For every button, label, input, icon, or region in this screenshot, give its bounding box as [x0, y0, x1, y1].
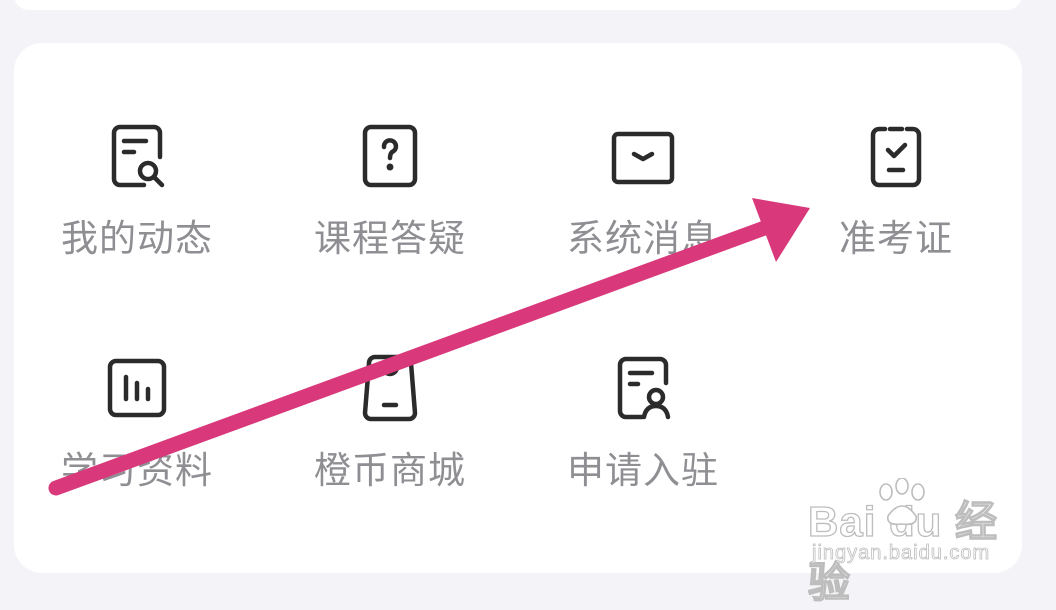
menu-item-label: 课程答疑 [314, 217, 466, 260]
bar-chart-icon [102, 353, 172, 423]
document-user-icon [608, 353, 678, 423]
menu-item-study-materials[interactable]: 学习资料 [17, 353, 257, 523]
menu-item-label: 系统消息 [567, 217, 719, 260]
clipboard-check-icon [861, 121, 931, 191]
question-icon [355, 121, 425, 191]
menu-item-my-activity[interactable]: 我的动态 [17, 121, 257, 291]
menu-item-label: 橙币商城 [314, 449, 466, 492]
menu-item-apply-to-join[interactable]: 申请入驻 [523, 353, 763, 523]
menu-item-orange-coin-mall[interactable]: 橙币商城 [270, 353, 510, 523]
menu-item-label: 学习资料 [61, 449, 213, 492]
menu-item-label: 我的动态 [61, 217, 213, 260]
menu-item-label: 准考证 [839, 217, 953, 260]
menu-item-course-qa[interactable]: 课程答疑 [270, 121, 510, 291]
envelope-icon [608, 121, 678, 191]
shopping-bag-icon [355, 353, 425, 423]
menu-item-admission-ticket[interactable]: 准考证 [776, 121, 1016, 291]
document-search-icon [102, 121, 172, 191]
menu-item-label: 申请入驻 [567, 449, 719, 492]
previous-card-edge [14, 0, 1022, 10]
menu-item-system-messages[interactable]: 系统消息 [523, 121, 763, 291]
menu-card: 我的动态 课程答疑 系统消息 准考证 学习资料 橙币商城 申请入驻 [14, 43, 1022, 573]
